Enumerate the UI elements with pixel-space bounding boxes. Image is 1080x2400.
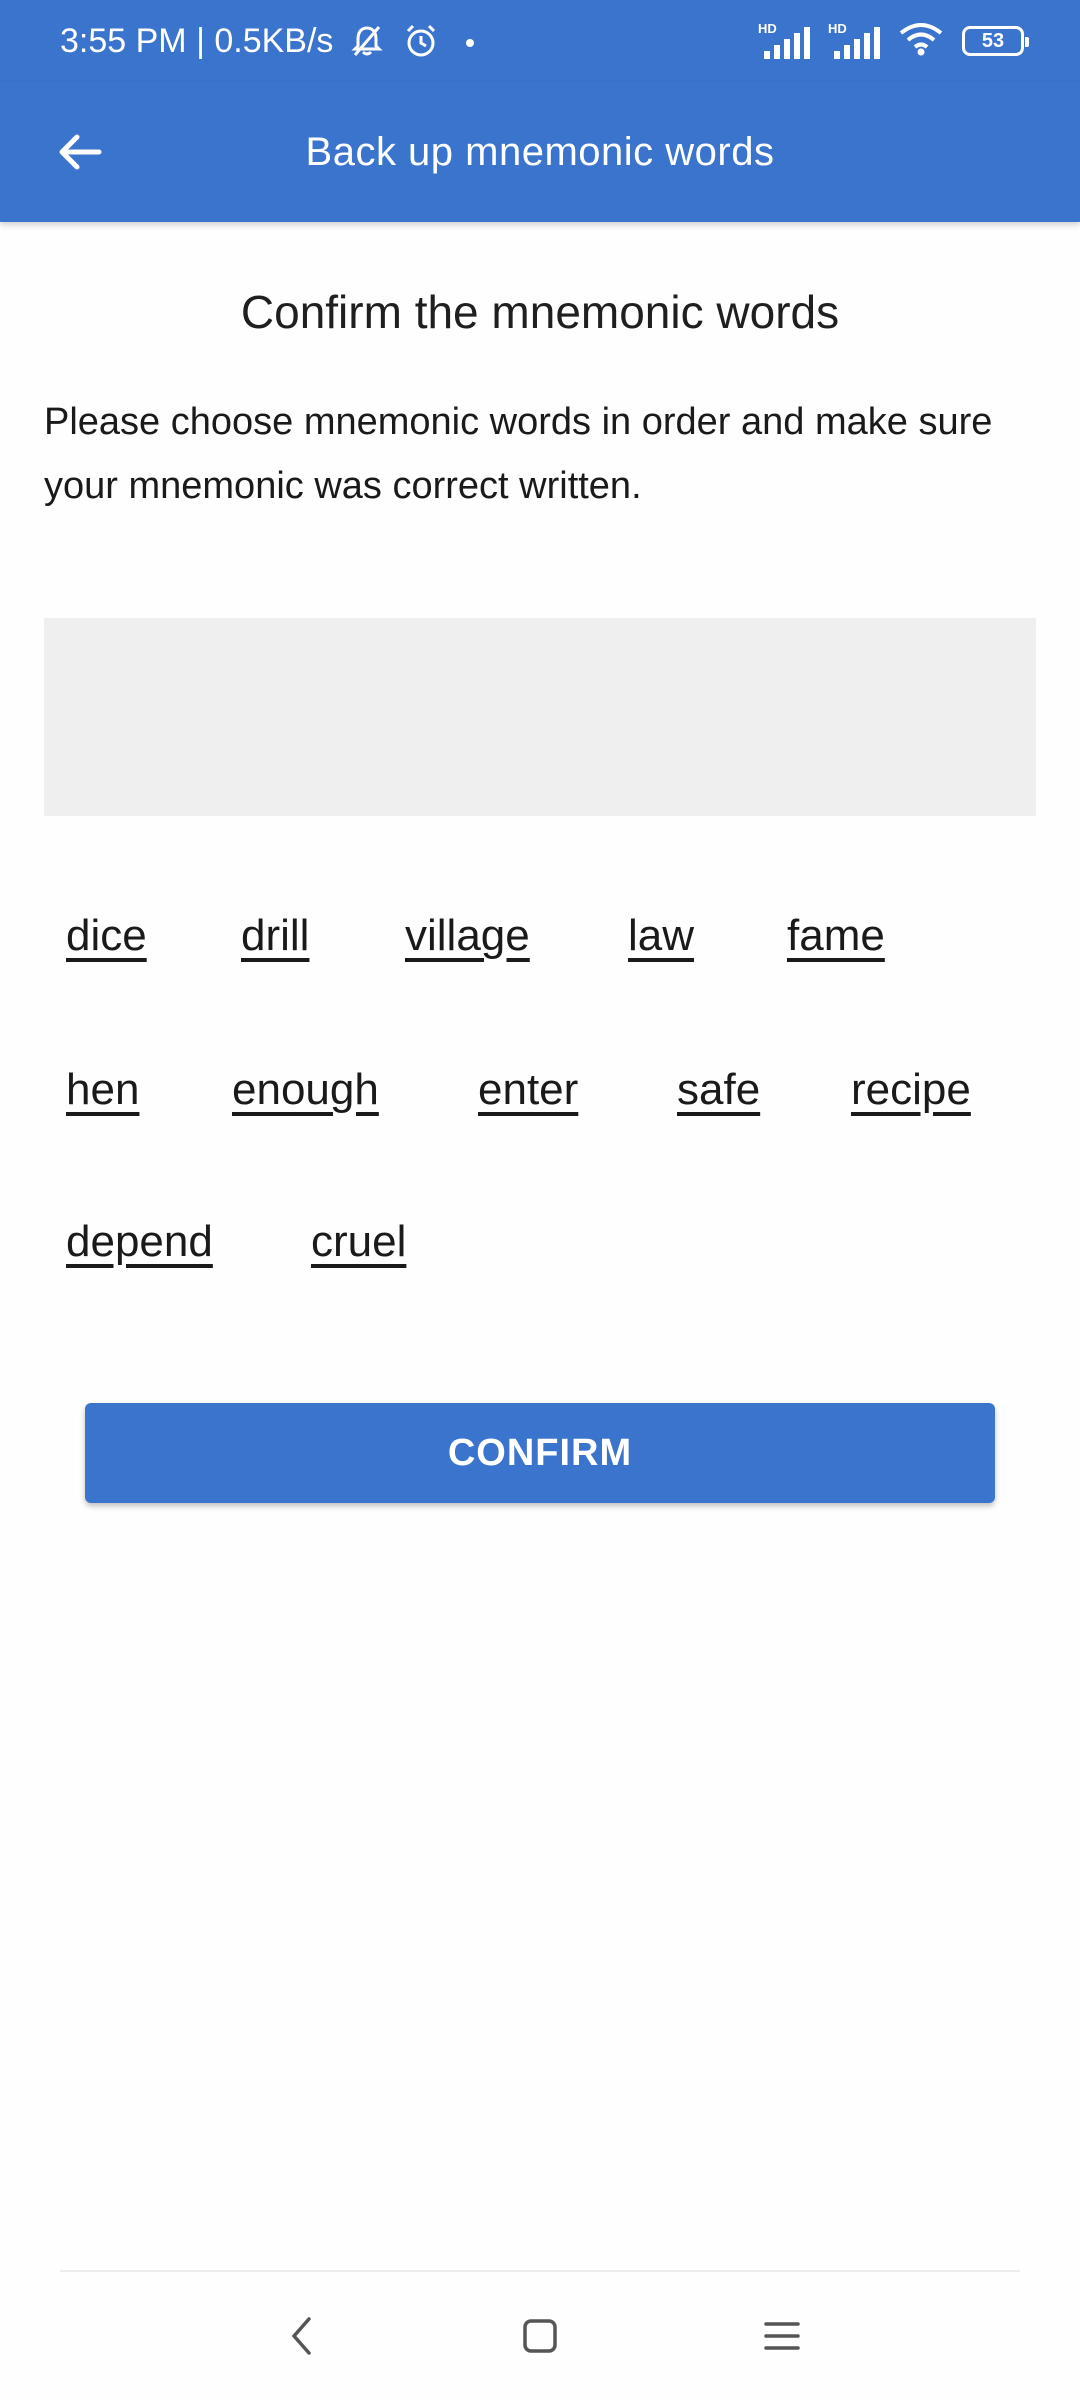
chevron-left-icon bbox=[292, 2317, 311, 2355]
status-bar: 3:55 PM | 0.5KB/s HD HD 53 bbox=[0, 0, 1080, 82]
signal-hd-1-icon: HD bbox=[758, 21, 810, 61]
status-time-speed: 3:55 PM | 0.5KB/s bbox=[60, 21, 334, 60]
arrow-left-icon bbox=[59, 134, 102, 170]
alarm-icon bbox=[401, 21, 441, 61]
nav-menu-button[interactable] bbox=[722, 2272, 842, 2400]
battery-icon: 53 bbox=[962, 26, 1029, 56]
selected-words-area[interactable] bbox=[44, 618, 1036, 816]
instructions-text: Please choose mnemonic words in order an… bbox=[44, 401, 993, 507]
word-option[interactable]: fame bbox=[787, 908, 885, 964]
nav-back-button[interactable] bbox=[242, 2272, 362, 2400]
battery-level: 53 bbox=[981, 29, 1005, 52]
menu-icon bbox=[764, 2322, 800, 2350]
word-option[interactable]: cruel bbox=[311, 1214, 406, 1270]
word-option[interactable]: enough bbox=[232, 1062, 379, 1118]
app-bar: Back up mnemonic words bbox=[0, 82, 1080, 222]
status-right: HD HD 53 bbox=[758, 21, 1029, 62]
system-nav-bar bbox=[0, 2272, 1080, 2400]
word-option[interactable]: village bbox=[405, 908, 530, 964]
word-option[interactable]: hen bbox=[66, 1062, 139, 1118]
square-icon bbox=[523, 2319, 557, 2353]
confirm-button[interactable]: CONFIRM bbox=[85, 1403, 995, 1503]
word-option[interactable]: recipe bbox=[851, 1062, 971, 1118]
word-option[interactable]: safe bbox=[677, 1062, 760, 1118]
nav-home-button[interactable] bbox=[480, 2272, 600, 2400]
word-option[interactable]: drill bbox=[241, 908, 309, 964]
word-option[interactable]: dice bbox=[66, 908, 147, 964]
mute-bell-icon bbox=[347, 21, 387, 61]
back-button[interactable] bbox=[40, 112, 120, 192]
status-left: 3:55 PM | 0.5KB/s bbox=[60, 21, 485, 61]
word-option[interactable]: depend bbox=[66, 1214, 213, 1270]
wifi-icon bbox=[898, 21, 944, 62]
page-title: Confirm the mnemonic words bbox=[240, 286, 840, 338]
word-option[interactable]: enter bbox=[478, 1062, 578, 1118]
app-bar-title: Back up mnemonic words bbox=[305, 129, 775, 174]
signal-hd-2-icon: HD bbox=[828, 21, 880, 61]
app-screen: 3:55 PM | 0.5KB/s HD HD 53 Back up mnemo… bbox=[0, 0, 1080, 2400]
word-option[interactable]: law bbox=[628, 908, 694, 964]
notification-dot-icon bbox=[455, 21, 485, 61]
